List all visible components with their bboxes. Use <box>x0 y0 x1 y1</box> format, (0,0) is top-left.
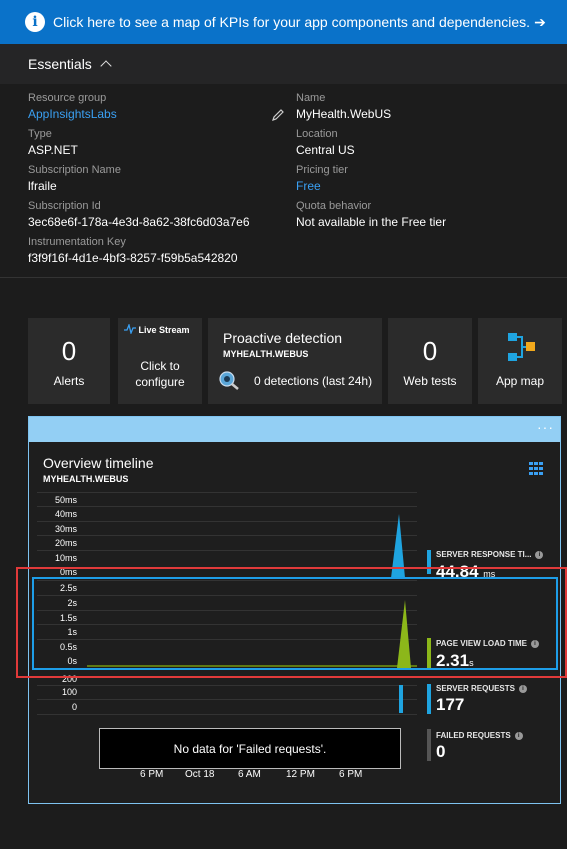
gridline <box>37 685 417 686</box>
server-requests-spike <box>399 685 403 713</box>
req-tick-100: 100 <box>61 687 77 697</box>
timeline-header: ··· <box>29 417 560 442</box>
gridline <box>37 521 417 522</box>
gridline <box>37 535 417 536</box>
failed-requests-value: 0 <box>436 742 446 761</box>
alerts-tile[interactable]: 0 Alerts <box>28 318 110 404</box>
web-tests-label: Web tests <box>403 374 457 388</box>
pricing-tier-label: Pricing tier <box>296 164 348 176</box>
info-icon[interactable]: i <box>518 685 527 693</box>
live-stream-icon <box>124 322 136 336</box>
server-requests-label: SERVER REQUESTS i <box>436 684 527 693</box>
type-label: Type <box>28 128 52 140</box>
instrumentation-key-value: f3f9f16f-4d1e-4bf3-8257-f59b5a542820 <box>28 251 238 265</box>
info-icon: i <box>25 12 45 32</box>
x-tick: 6 AM <box>238 769 261 780</box>
type: Type ASP.NET <box>28 128 78 159</box>
live-stream-title-text: Live Stream <box>138 325 190 335</box>
no-data-message: No data for 'Failed requests'. <box>99 728 401 769</box>
server-requests-value: 177 <box>436 695 465 714</box>
web-tests-tile[interactable]: 0 Web tests <box>388 318 472 404</box>
subscription-name: Subscription Name lfraile <box>28 164 121 195</box>
x-tick: 6 PM <box>339 769 363 780</box>
info-icon[interactable]: i <box>535 551 544 559</box>
server-response-label: SERVER RESPONSE TI... i <box>436 550 544 559</box>
more-options-icon[interactable]: ··· <box>537 419 554 435</box>
magnifier-icon <box>219 371 239 390</box>
edit-pencil-icon[interactable] <box>271 108 285 122</box>
subscription-name-label: Subscription Name <box>28 164 121 176</box>
gridline <box>37 492 417 493</box>
timeline-title: Overview timeline <box>43 455 154 471</box>
app-map-icon <box>508 333 535 361</box>
ms-tick-40: 40ms <box>54 509 77 519</box>
name-label: Name <box>296 92 326 104</box>
proactive-title: Proactive detection <box>223 330 343 346</box>
quota-behavior: Quota behavior Not available in the Free… <box>296 200 446 231</box>
chevron-up-icon[interactable] <box>100 60 112 72</box>
live-stream-sub1: Click to <box>140 359 180 373</box>
failed-requests-label: FAILED REQUESTS i <box>436 731 523 740</box>
resource-group-link[interactable]: AppInsightsLabs <box>28 105 117 123</box>
failed-requests-label-text: FAILED REQUESTS <box>436 731 511 740</box>
quota-behavior-label: Quota behavior <box>296 200 372 212</box>
essentials-title: Essentials <box>28 56 92 72</box>
location-label: Location <box>296 128 338 140</box>
subscription-name-value: lfraile <box>28 179 57 193</box>
pricing-tier: Pricing tier Free <box>296 164 348 195</box>
server-requests-label-text: SERVER REQUESTS <box>436 684 515 693</box>
failed-requests-bar <box>427 729 431 761</box>
name-value: MyHealth.WebUS <box>296 107 392 121</box>
gridline <box>37 714 417 715</box>
proactive-subtitle: MYHEALTH.WEBUS <box>223 349 309 359</box>
grid-icon[interactable] <box>529 462 543 475</box>
x-tick: Oct 18 <box>185 769 215 780</box>
divider <box>0 277 567 278</box>
banner-text[interactable]: Click here to see a map of KPIs for your… <box>53 14 530 30</box>
resource-group: Resource group AppInsightsLabs <box>28 92 117 123</box>
gridline <box>37 550 417 551</box>
kpi-map-banner[interactable]: i Click here to see a map of KPIs for yo… <box>0 0 567 44</box>
gridline <box>37 506 417 507</box>
pricing-tier-link[interactable]: Free <box>296 177 348 195</box>
ms-tick-10: 10ms <box>54 553 77 563</box>
alerts-label: Alerts <box>53 374 85 388</box>
proactive-detections: 0 detections (last 24h) <box>254 374 373 388</box>
instrumentation-key: Instrumentation Key f3f9f16f-4d1e-4bf3-8… <box>28 236 238 267</box>
proactive-detection-tile[interactable]: Proactive detection MYHEALTH.WEBUS 0 det… <box>208 318 382 404</box>
timeline-subtitle: MYHEALTH.WEBUS <box>43 474 129 484</box>
annotation-highlight-box <box>16 567 567 678</box>
server-response-label-text: SERVER RESPONSE TI... <box>436 550 532 559</box>
subscription-id-label: Subscription Id <box>28 200 101 212</box>
location-value: Central US <box>296 143 355 157</box>
app-map-tile[interactable]: App map <box>478 318 562 404</box>
quota-behavior-value: Not available in the Free tier <box>296 215 447 229</box>
web-tests-count: 0 <box>422 336 438 366</box>
ms-tick-20: 20ms <box>54 538 77 548</box>
ms-tick-30: 30ms <box>54 524 77 534</box>
name: Name MyHealth.WebUS <box>296 92 391 123</box>
live-stream-sub2: configure <box>135 375 185 389</box>
alerts-count: 0 <box>61 336 77 366</box>
resource-group-label: Resource group <box>28 92 107 104</box>
type-value: ASP.NET <box>28 143 78 157</box>
essentials-header[interactable]: Essentials <box>0 44 567 85</box>
instrumentation-key-label: Instrumentation Key <box>28 236 126 248</box>
info-icon[interactable]: i <box>514 732 523 740</box>
server-requests-bar <box>427 684 431 714</box>
arrow-right-icon: ➔ <box>534 13 546 30</box>
live-stream-tile[interactable]: Live Stream Click to configure <box>118 318 202 404</box>
x-tick: 6 PM <box>140 769 164 780</box>
gridline <box>37 699 417 700</box>
subscription-id: Subscription Id 3ec68e6f-178a-4e3d-8a62-… <box>28 200 250 231</box>
app-map-label: App map <box>495 374 545 388</box>
location: Location Central US <box>296 128 355 159</box>
subscription-id-value: 3ec68e6f-178a-4e3d-8a62-38fc6d03a7e6 <box>28 215 250 229</box>
x-tick: 12 PM <box>286 769 315 780</box>
req-tick-0: 0 <box>71 702 77 712</box>
live-stream-title: Live Stream <box>124 322 190 336</box>
ms-tick-50: 50ms <box>54 495 77 505</box>
